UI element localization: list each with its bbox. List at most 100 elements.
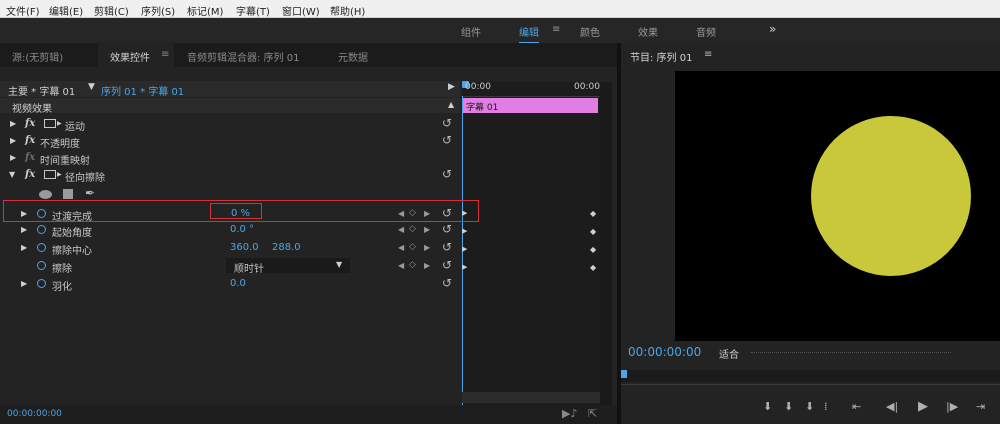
effect-row-motion[interactable]: ▶ fx ▶ 运动 ↺ (0, 116, 460, 133)
go-to-out-icon[interactable]: ⇥ (976, 400, 985, 413)
master-clip-label[interactable]: 主要 * 字幕 01 (8, 83, 75, 98)
fx-toggle-icon[interactable]: fx (25, 118, 35, 129)
expand-triangle-icon[interactable]: ▶ (10, 119, 16, 128)
menu-sequence[interactable]: 序列(S) (141, 3, 175, 18)
effect-name: 运动 (65, 122, 85, 133)
stopwatch-icon[interactable] (37, 225, 46, 234)
param-value[interactable]: 0.0 ° (230, 224, 254, 235)
chevron-down-icon[interactable]: ▼ (336, 260, 342, 269)
tab-menu-icon[interactable]: ≡ (161, 49, 169, 60)
reset-icon[interactable]: ↺ (442, 276, 452, 290)
horizontal-scrollbar[interactable] (462, 392, 600, 403)
effect-row-opacity[interactable]: ▶ fx 不透明度 ↺ (0, 133, 460, 150)
sequence-clip-label[interactable]: 序列 01 * 字幕 01 (101, 83, 184, 98)
expand-triangle-icon[interactable]: ▶ (10, 136, 16, 145)
stopwatch-icon[interactable] (37, 261, 46, 270)
vertical-scrollbar[interactable] (600, 82, 612, 405)
reset-icon[interactable]: ↺ (442, 133, 452, 147)
menu-help[interactable]: 帮助(H) (330, 3, 365, 18)
param-row-start-angle[interactable]: ▶ 起始角度 0.0 ° ◀ ◇ ▶ ↺ (0, 222, 460, 239)
play-audio-icon[interactable]: ▶♪ (562, 407, 577, 420)
workspace-tab-editing[interactable]: 编辑 (519, 24, 539, 44)
effect-row-radial-wipe[interactable]: ▼ fx ▶ 径向擦除 ↺ (0, 167, 460, 184)
collapse-triangle-icon[interactable]: ▼ (9, 170, 15, 179)
transform-box-icon[interactable] (44, 170, 56, 179)
next-keyframe-icon[interactable]: ▶ (424, 243, 430, 252)
param-row-feather[interactable]: ▶ 羽化 0.0 ↺ (0, 276, 460, 293)
menu-title[interactable]: 字幕(T) (236, 3, 270, 18)
expand-triangle-icon[interactable]: ▶ (21, 279, 27, 288)
workspace-tab-audio[interactable]: 音频 (696, 24, 716, 39)
yellow-circle-graphic (811, 116, 971, 276)
step-forward-icon[interactable]: |▶ (946, 400, 958, 413)
next-keyframe-icon[interactable]: ▶ (424, 225, 430, 234)
add-keyframe-icon[interactable]: ◇ (409, 224, 416, 234)
fx-toggle-icon[interactable]: fx (25, 135, 35, 146)
marker-in-icon[interactable]: ⬇ (763, 400, 772, 413)
export-frame-icon[interactable]: ⇱ (588, 407, 597, 420)
expand-triangle-icon[interactable]: ▶ (21, 225, 27, 234)
program-title[interactable]: 节目: 序列 01 (630, 49, 692, 64)
workspace-tab-assembly[interactable]: 组件 (461, 24, 481, 39)
add-keyframe-icon[interactable]: ◇ (409, 242, 416, 252)
fit-dropdown[interactable]: 适合 (719, 346, 739, 361)
program-playhead-icon[interactable] (621, 370, 627, 378)
effect-controls-panel: 源:(无剪辑) 效果控件 ≡ 音频剪辑混合器: 序列 01 元数据 主要 * 字… (0, 43, 617, 424)
marker-out-icon[interactable]: ⬇ (784, 400, 793, 413)
effect-timeline[interactable]: 00:00 00:00 字幕 01 ▶ ◆ ◆ ◆ ◆ ▶ ▶ ▶ (462, 81, 600, 405)
expand-triangle-icon[interactable]: ▶ (10, 153, 16, 162)
reset-icon[interactable]: ↺ (442, 116, 452, 130)
transform-box-icon[interactable] (44, 119, 56, 128)
reset-icon[interactable]: ↺ (442, 258, 452, 272)
menu-file[interactable]: 文件(F) (6, 3, 40, 18)
expand-triangle-icon[interactable]: ▶ (21, 243, 27, 252)
keyframe-nav-icon: ▶ (462, 227, 468, 235)
current-timecode[interactable]: 00:00:00:00 (7, 409, 62, 419)
prev-keyframe-icon[interactable]: ◀ (398, 261, 404, 270)
workspace-more-icon[interactable]: » (769, 22, 776, 36)
go-to-in-icon[interactable]: ⇤ (852, 400, 861, 413)
ellipse-mask-icon[interactable] (39, 190, 52, 199)
param-value-y[interactable]: 288.0 (272, 242, 301, 253)
program-menu-icon[interactable]: ≡ (704, 49, 712, 60)
clear-marker-icon[interactable]: ⁞ (824, 400, 828, 413)
program-timeline-ruler[interactable] (621, 370, 1000, 382)
prev-keyframe-icon[interactable]: ◀ (398, 243, 404, 252)
reset-icon[interactable]: ↺ (442, 240, 452, 254)
param-name: 羽化 (52, 282, 72, 293)
workspace-tab-color[interactable]: 颜色 (580, 24, 600, 39)
tab-audio-mixer[interactable]: 音频剪辑混合器: 序列 01 (187, 49, 299, 64)
reset-icon[interactable]: ↺ (442, 222, 452, 236)
menu-marker[interactable]: 标记(M) (187, 3, 223, 18)
menu-window[interactable]: 窗口(W) (282, 3, 320, 18)
tab-effect-controls[interactable]: 效果控件 (110, 49, 150, 64)
tab-metadata[interactable]: 元数据 (338, 49, 368, 64)
scroll-up-icon[interactable]: ▲ (448, 100, 454, 109)
stopwatch-icon[interactable] (37, 279, 46, 288)
workspace-menu-icon[interactable]: ≡ (552, 24, 560, 35)
tab-source[interactable]: 源:(无剪辑) (12, 49, 63, 64)
program-timecode[interactable]: 00:00:00:00 (628, 345, 701, 359)
param-value-x[interactable]: 360.0 (230, 242, 259, 253)
play-icon[interactable]: ▶ (918, 399, 928, 414)
show-timeline-icon[interactable]: ▶ (448, 82, 455, 92)
step-back-icon[interactable]: ◀| (886, 400, 898, 413)
next-keyframe-icon[interactable]: ▶ (424, 261, 430, 270)
pen-mask-icon[interactable]: ✒ (85, 186, 95, 200)
reset-icon[interactable]: ↺ (442, 167, 452, 181)
workspace-tab-effects[interactable]: 效果 (638, 24, 658, 39)
rectangle-mask-icon[interactable] (63, 189, 73, 199)
menu-clip[interactable]: 剪辑(C) (94, 3, 129, 18)
video-preview[interactable] (675, 71, 1000, 341)
add-marker-icon[interactable]: ⬇ (805, 400, 814, 413)
add-keyframe-icon[interactable]: ◇ (409, 260, 416, 270)
param-row-wipe-center[interactable]: ▶ 擦除中心 360.0 288.0 ◀ ◇ ▶ ↺ (0, 240, 460, 257)
fx-toggle-icon[interactable]: fx (25, 169, 35, 180)
stopwatch-icon[interactable] (37, 243, 46, 252)
param-row-wipe-direction[interactable]: 擦除 顺时针 ▼ ◀ ◇ ▶ ↺ (0, 258, 460, 275)
effect-row-time-remap[interactable]: ▶ fx 时间重映射 (0, 150, 460, 167)
master-dropdown-icon[interactable]: ▼ (88, 82, 95, 92)
menu-edit[interactable]: 编辑(E) (49, 3, 83, 18)
param-value[interactable]: 0.0 (230, 278, 246, 289)
prev-keyframe-icon[interactable]: ◀ (398, 225, 404, 234)
